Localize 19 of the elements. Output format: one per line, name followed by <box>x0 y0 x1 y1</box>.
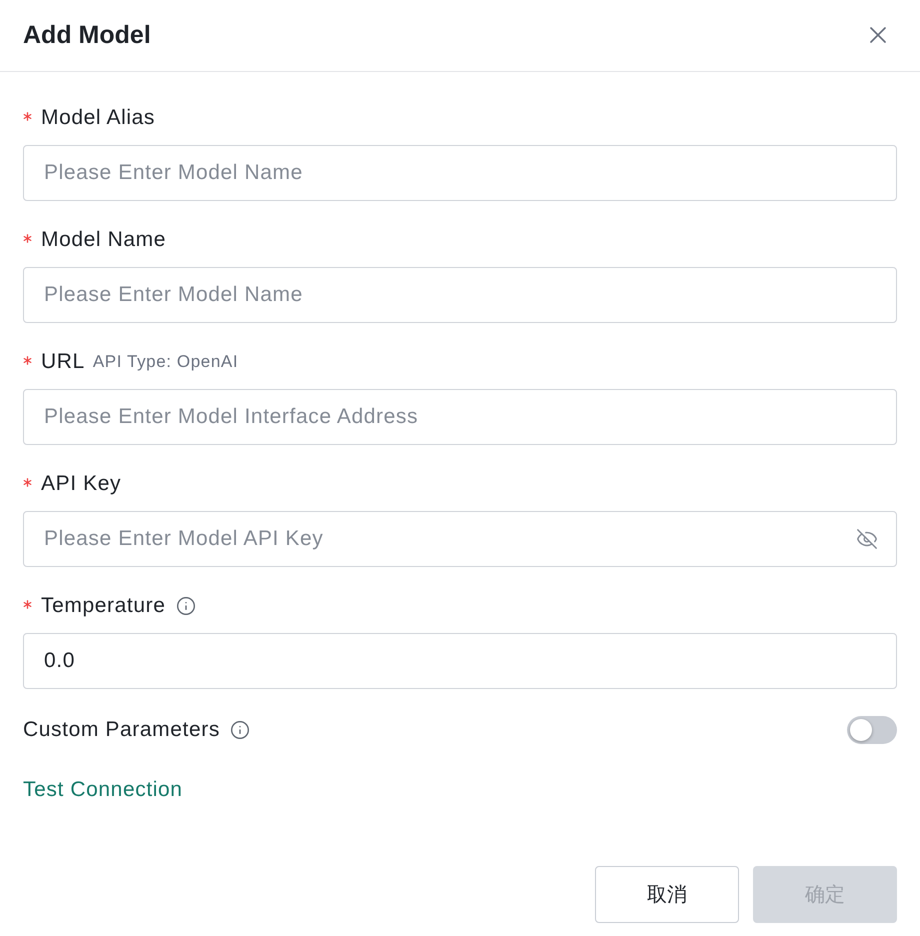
info-icon[interactable] <box>176 596 196 616</box>
field-hint: API Type: OpenAI <box>92 352 238 372</box>
input-field[interactable]: Please Enter Model Name <box>23 145 897 201</box>
input-field[interactable]: Please Enter Model Name <box>23 267 897 323</box>
field-label: URL <box>41 350 85 374</box>
field-label: Model Alias <box>41 106 155 130</box>
field-label: API Key <box>41 472 122 496</box>
cancel-button[interactable]: 取消 <box>595 866 739 923</box>
dialog-title: Add Model <box>23 20 151 51</box>
field-label: Temperature <box>41 594 166 618</box>
input-field[interactable]: Please Enter Model Interface Address <box>23 389 897 445</box>
field-label: Model Name <box>41 228 166 252</box>
test-connection-link[interactable]: Test Connection <box>23 778 183 802</box>
field-label: Custom Parameters <box>23 718 220 742</box>
toggle-switch[interactable] <box>847 716 897 744</box>
info-icon[interactable] <box>230 720 250 740</box>
input-field[interactable]: 0.0 <box>23 633 897 689</box>
password-field[interactable]: Please Enter Model API Key <box>23 511 897 567</box>
eye-slash-icon[interactable] <box>856 528 878 550</box>
